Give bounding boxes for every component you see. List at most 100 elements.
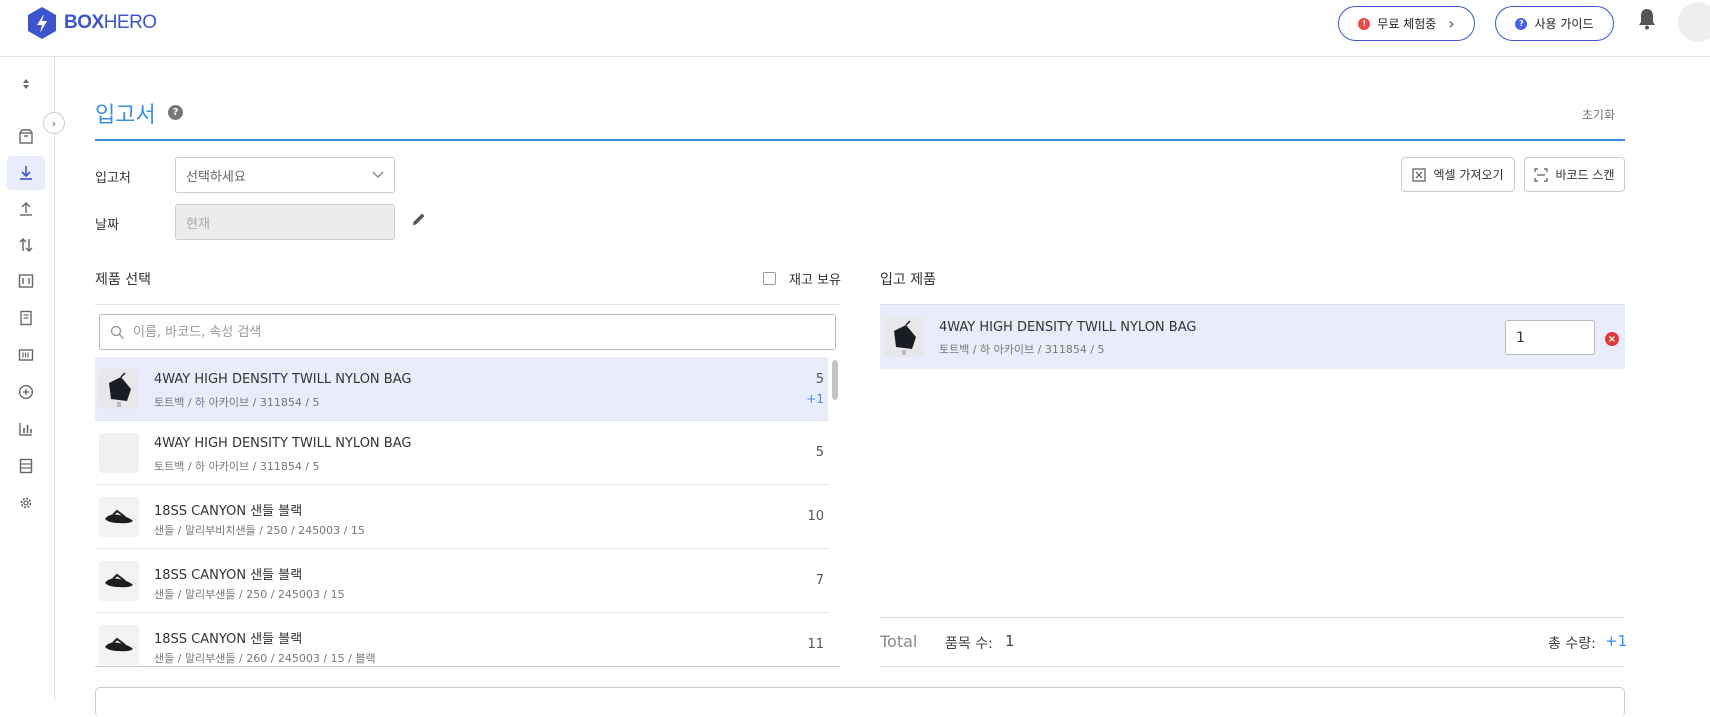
- search-icon: [110, 325, 124, 339]
- team-switch-icon[interactable]: [7, 67, 45, 101]
- user-guide-button[interactable]: ? 사용 가이드: [1495, 6, 1614, 41]
- user-guide-label: 사용 가이드: [1534, 17, 1594, 31]
- database-icon: [19, 458, 33, 474]
- product-row[interactable]: 4WAY HIGH DENSITY TWILL NYLON BAG 토트백 / …: [95, 421, 828, 485]
- product-name: 18SS CANYON 샌들 블랙: [154, 568, 303, 583]
- sidebar-item-barcode[interactable]: [7, 338, 45, 372]
- sidebar-item-stock-out[interactable]: [7, 192, 45, 226]
- divider: [95, 666, 840, 667]
- product-name: 18SS CANYON 샌들 블랙: [154, 632, 303, 647]
- free-trial-label: 무료 체험중: [1377, 17, 1437, 31]
- total-quantity-label: 총 수량:: [1548, 636, 1596, 652]
- sidebar-item-stock-in[interactable]: [7, 156, 45, 190]
- reset-button[interactable]: 초기화: [1582, 106, 1615, 123]
- product-attributes: 샌들 / 말리부샌들 / 250 / 245003 / 15: [154, 588, 345, 601]
- product-attributes: 샌들 / 말리부샌들 / 260 / 245003 / 15 / 블랙: [154, 652, 376, 665]
- source-select[interactable]: 선택하세요: [175, 157, 395, 193]
- product-row[interactable]: 4WAY HIGH DENSITY TWILL NYLON BAG 토트백 / …: [95, 357, 828, 421]
- product-stock-qty: 10: [807, 509, 824, 524]
- product-thumbnail: [99, 433, 139, 473]
- chevron-right-icon: ›: [51, 116, 57, 130]
- sidebar: [0, 57, 55, 700]
- search-input[interactable]: [133, 324, 813, 340]
- sidebar-item-add[interactable]: [7, 375, 45, 409]
- stock-only-label: 재고 보유: [789, 273, 841, 288]
- product-name: 18SS CANYON 샌들 블랙: [154, 504, 303, 519]
- pencil-icon[interactable]: [411, 211, 427, 227]
- date-label: 날짜: [95, 218, 119, 233]
- help-icon[interactable]: ?: [168, 105, 183, 120]
- product-attributes: 샌들 / 말리부비치샌들 / 250 / 245003 / 15: [154, 524, 365, 537]
- upload-arrow-icon: [20, 202, 32, 216]
- memo-area[interactable]: [95, 687, 1625, 717]
- item-count-label: 품목 수:: [945, 636, 993, 652]
- product-list: 4WAY HIGH DENSITY TWILL NYLON BAG 토트백 / …: [95, 357, 828, 667]
- download-arrow-icon: [20, 166, 32, 180]
- sidebar-item-settings[interactable]: [7, 486, 45, 520]
- chevron-down-icon: [372, 171, 384, 178]
- product-thumbnail: [99, 497, 139, 537]
- sidebar-item-data[interactable]: [7, 449, 45, 483]
- stock-only-checkbox[interactable]: [763, 272, 776, 285]
- swap-arrows-icon: [19, 238, 33, 252]
- product-thumbnail: [99, 625, 139, 665]
- plus-circle-icon: [18, 384, 34, 400]
- product-thumbnail: [99, 369, 139, 409]
- stock-only-toggle[interactable]: 재고 보유: [763, 269, 841, 288]
- product-row[interactable]: 18SS CANYON 샌들 블랙 샌들 / 말리부샌들 / 250 / 245…: [95, 549, 828, 613]
- divider: [880, 617, 1625, 618]
- excel-import-label: 엑셀 가져오기: [1433, 168, 1504, 182]
- product-attributes: 토트백 / 하 아카이브 / 311854 / 5: [154, 460, 320, 473]
- box-icon: [19, 129, 33, 144]
- gear-icon: [20, 497, 32, 509]
- incoming-row: 4WAY HIGH DENSITY TWILL NYLON BAG 토트백 / …: [880, 305, 1625, 369]
- product-name: 4WAY HIGH DENSITY TWILL NYLON BAG: [154, 372, 412, 387]
- main-content: 입고서 ? 초기화 입고처 선택하세요 날짜 현재 엑셀 가져오기 바코드 스캔…: [95, 57, 1627, 717]
- bell-icon[interactable]: [1637, 8, 1657, 30]
- excel-import-button[interactable]: 엑셀 가져오기: [1401, 157, 1515, 192]
- product-stock-qty: 7: [815, 573, 824, 588]
- quantity-input[interactable]: [1505, 320, 1595, 355]
- scan-icon: [1534, 167, 1549, 182]
- divider: [95, 304, 840, 305]
- incoming-title: 입고 제품: [880, 272, 936, 288]
- source-label: 입고처: [95, 171, 131, 186]
- bar-chart-icon: [19, 423, 32, 436]
- barcode-icon: [18, 349, 34, 361]
- incoming-product-name: 4WAY HIGH DENSITY TWILL NYLON BAG: [939, 320, 1197, 335]
- page-title: 입고서: [95, 103, 156, 128]
- divider: [880, 666, 1625, 667]
- remove-icon[interactable]: ×: [1605, 332, 1619, 346]
- sidebar-expand-button[interactable]: ›: [43, 112, 65, 134]
- top-bar: BOXHERO ! 무료 체험중 › ? 사용 가이드: [0, 0, 1710, 57]
- product-thumbnail: [99, 561, 139, 601]
- list-scrollbar[interactable]: [832, 360, 838, 400]
- product-row[interactable]: 18SS CANYON 샌들 블랙 샌들 / 말리부비치샌들 / 250 / 2…: [95, 485, 828, 549]
- avatar[interactable]: [1678, 2, 1710, 42]
- sidebar-item-adjust[interactable]: [7, 264, 45, 298]
- chevron-right-icon: ›: [1448, 14, 1455, 33]
- date-field: 현재: [175, 204, 395, 240]
- title-divider: [95, 139, 1625, 141]
- incoming-product-attributes: 토트백 / 하 아카이브 / 311854 / 5: [939, 343, 1105, 356]
- sidebar-item-history[interactable]: [7, 301, 45, 335]
- boxhero-logo[interactable]: BOXHERO: [27, 6, 157, 40]
- product-stock-qty: 11: [807, 637, 824, 652]
- product-thumbnail: [884, 317, 924, 357]
- document-icon: [20, 310, 32, 326]
- barcode-scan-label: 바코드 스캔: [1555, 168, 1615, 182]
- product-row[interactable]: 18SS CANYON 샌들 블랙 샌들 / 말리부샌들 / 260 / 245…: [95, 613, 828, 667]
- product-added-qty: +1: [806, 392, 824, 406]
- source-select-value: 선택하세요: [186, 169, 246, 185]
- item-count-value: 1: [1005, 632, 1015, 650]
- alert-icon: !: [1358, 17, 1371, 30]
- sidebar-item-products[interactable]: [7, 120, 45, 154]
- product-attributes: 토트백 / 하 아카이브 / 311854 / 5: [154, 396, 320, 409]
- sidebar-item-move[interactable]: [7, 228, 45, 262]
- free-trial-button[interactable]: ! 무료 체험중 ›: [1338, 6, 1475, 41]
- product-name: 4WAY HIGH DENSITY TWILL NYLON BAG: [154, 436, 412, 451]
- barcode-scan-button[interactable]: 바코드 스캔: [1524, 157, 1625, 192]
- product-search[interactable]: [99, 314, 836, 350]
- sidebar-item-analytics[interactable]: [7, 412, 45, 446]
- logo-wordmark: BOXHERO: [64, 12, 157, 33]
